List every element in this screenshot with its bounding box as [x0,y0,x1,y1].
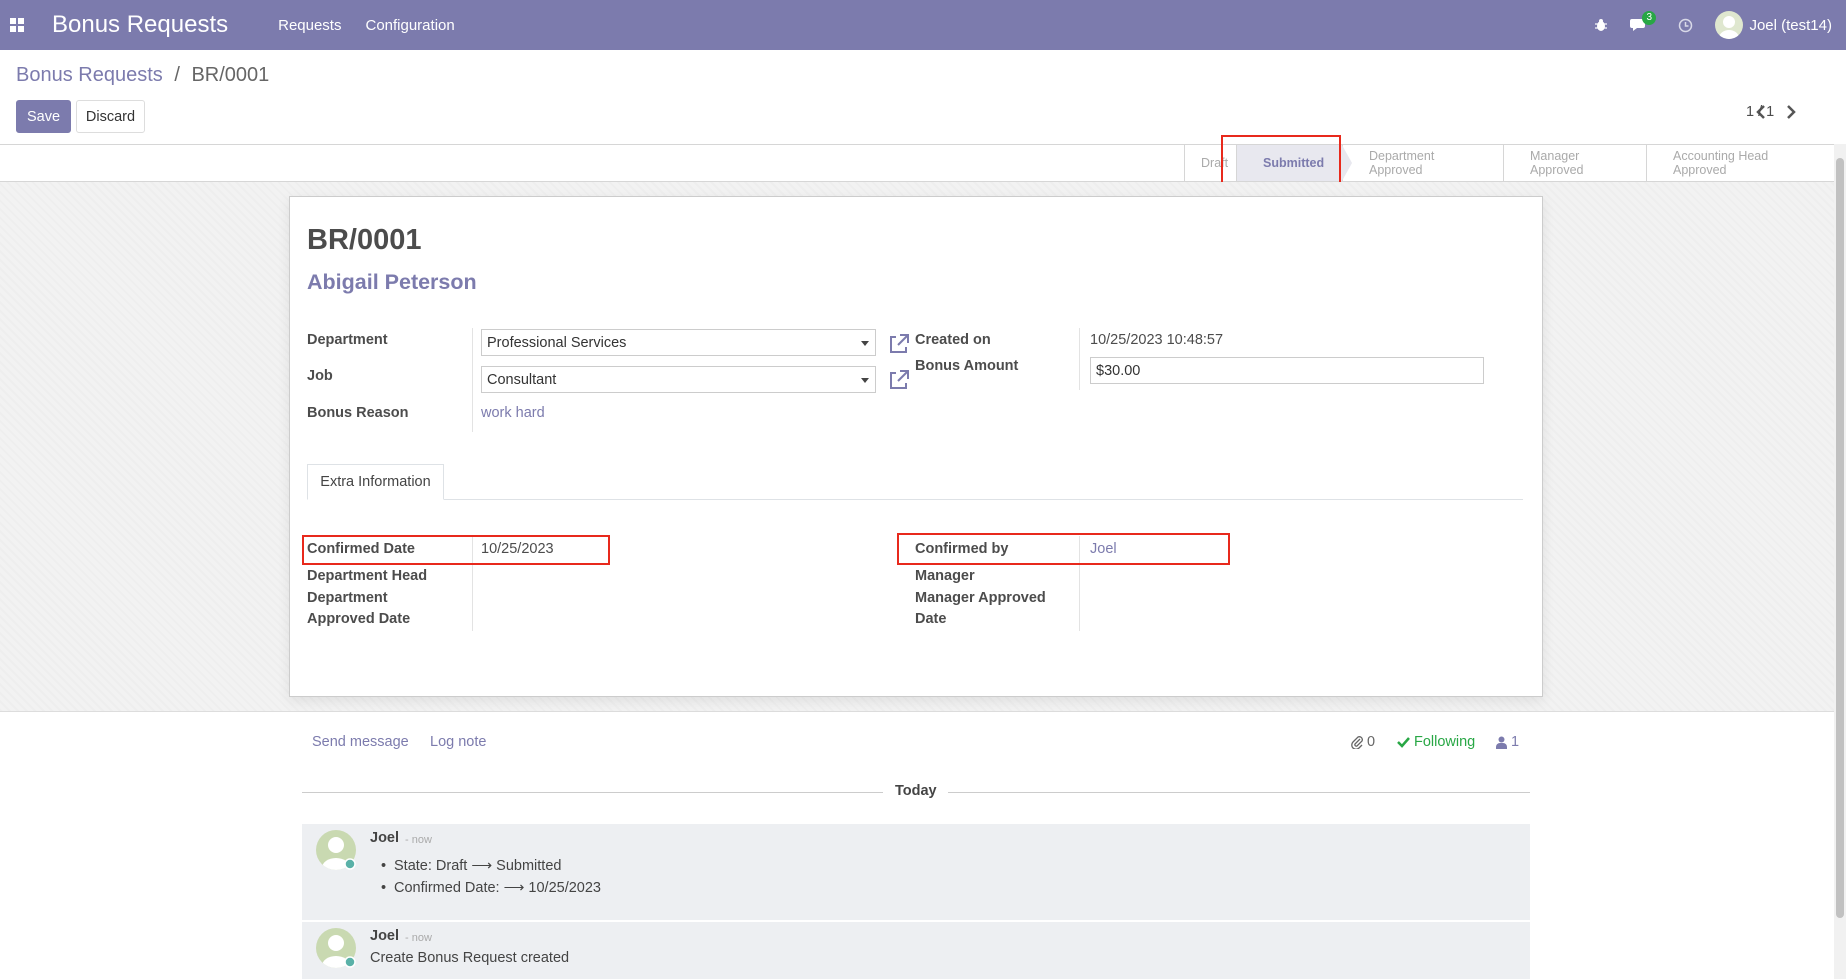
navbar-systray: 3 Joel (test14) [1594,0,1832,50]
send-message-button[interactable]: Send message [312,734,409,750]
today-divider-right [948,792,1530,793]
tracking-change-state: State: Draft ⟶ Submitted [381,858,562,874]
department-approved-date-label-line2: Approved Date [307,611,411,627]
pager: 1 / 1 [1746,104,1806,120]
message-body: Create Bonus Request created [370,950,570,966]
status-step-department-approved[interactable]: Department Approved [1342,145,1503,181]
department-head-label: Department Head [307,568,428,584]
app-title[interactable]: Bonus Requests [52,11,228,39]
top-navbar: Bonus Requests Requests Configuration 3 … [0,0,1846,50]
pager-value[interactable]: 1 / 1 [1746,104,1774,120]
attachments-count: 0 [1367,734,1376,750]
manager-approved-date-label-line1: Manager Approved [915,590,1046,606]
tab-extra-information[interactable]: Extra Information [307,464,444,500]
chatter-message: Joel - now State: Draft ⟶ Submitted Conf… [302,824,1530,920]
chatter-message: Joel - now Create Bonus Request created [302,922,1530,979]
department-external-link-icon[interactable] [887,332,911,356]
online-status-icon [344,956,356,968]
manager-label: Manager [915,568,975,584]
message-author[interactable]: Joel [370,928,399,944]
log-note-button[interactable]: Log note [430,734,486,750]
right-group-divider [1079,328,1080,390]
manager-approved-date-label-line2: Date [915,611,947,627]
department-approved-date-label-line1: Department [307,590,388,606]
attachments-button[interactable]: 0 [1351,734,1375,750]
created-on-value: 10/25/2023 10:48:57 [1090,332,1224,348]
bonus-reason-label: Bonus Reason [307,405,409,421]
followers-count: 1 [1511,734,1520,750]
message-time: - now [405,834,432,846]
messages-icon[interactable]: 3 [1630,11,1657,33]
activity-clock-icon[interactable] [1678,18,1693,33]
menu-item-requests[interactable]: Requests [278,17,341,34]
check-icon [1397,737,1410,748]
messages-count-badge: 3 [1642,11,1657,25]
job-select[interactable]: Consultant [481,366,876,393]
status-bar: Draft Submitted Department Approved Mana… [0,144,1834,182]
bonus-amount-input[interactable]: $30.00 [1090,357,1484,384]
left-group-divider [472,328,473,432]
main-menu: Requests Configuration [278,17,455,34]
breadcrumb-current: BR/0001 [191,64,270,86]
department-select[interactable]: Professional Services [481,329,876,356]
job-caret-icon [861,378,869,383]
discard-button[interactable]: Discard [76,100,145,133]
today-divider-left [302,792,883,793]
created-on-label: Created on [915,332,991,348]
status-step-manager-approved[interactable]: Manager Approved [1503,145,1646,181]
department-label: Department [307,332,388,348]
following-button[interactable]: Following [1397,734,1475,750]
save-button[interactable]: Save [16,100,71,133]
menu-item-configuration[interactable]: Configuration [365,17,454,34]
record-name: BR/0001 [307,224,422,256]
online-status-icon [344,858,356,870]
user-icon [1496,736,1507,749]
job-external-link-icon[interactable] [887,368,911,392]
followers-button[interactable]: 1 [1496,734,1519,750]
today-label: Today [895,783,937,799]
tracking-change-confirmed-date: Confirmed Date: ⟶ 10/25/2023 [381,880,601,896]
scrollbar[interactable] [1834,144,1846,979]
debug-bug-icon[interactable] [1594,18,1608,32]
highlight-confirmed-by [897,533,1230,565]
breadcrumb-parent[interactable]: Bonus Requests [16,64,163,86]
apps-menu-icon[interactable] [0,0,34,50]
following-label: Following [1414,734,1476,750]
department-select-value: Professional Services [487,334,627,351]
user-name: Joel (test14) [1749,16,1832,34]
pager-next-icon[interactable] [1776,105,1806,119]
bonus-amount-label: Bonus Amount [915,358,1019,374]
employee-name[interactable]: Abigail Peterson [307,270,477,295]
bonus-reason-value[interactable]: work hard [481,405,545,421]
message-time: - now [405,932,432,944]
status-step-accounting-head-approved[interactable]: Accounting Head Approved [1646,145,1834,181]
department-caret-icon [861,341,869,346]
message-author[interactable]: Joel [370,830,399,846]
user-menu[interactable]: Joel (test14) [1715,11,1832,39]
highlight-confirmed-date [302,535,610,565]
job-select-value: Consultant [487,371,557,388]
paperclip-icon [1351,736,1363,749]
job-label: Job [307,368,333,384]
breadcrumb: Bonus Requests / BR/0001 [16,64,269,87]
user-avatar [1715,11,1744,39]
scrollbar-thumb[interactable] [1836,158,1844,918]
notebook-tabs-line [307,499,1523,500]
breadcrumb-separator: / [174,64,180,86]
